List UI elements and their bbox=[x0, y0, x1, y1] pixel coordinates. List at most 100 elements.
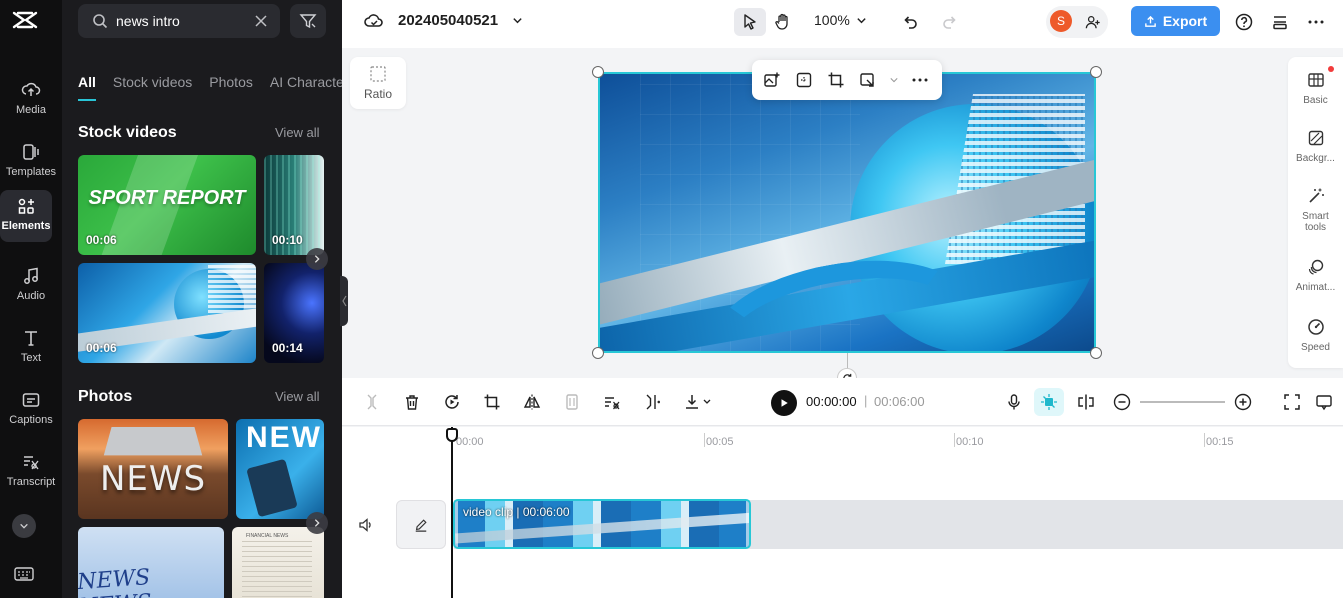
magnet-snap-button[interactable] bbox=[1034, 388, 1064, 416]
zoom-out-icon[interactable] bbox=[1112, 392, 1132, 412]
close-icon[interactable] bbox=[254, 14, 268, 28]
prop-smart-tools[interactable]: Smart tools bbox=[1288, 187, 1343, 233]
library-panel: All Stock videos Photos AI Characters St… bbox=[62, 0, 342, 598]
freeze-icon[interactable] bbox=[562, 392, 582, 412]
playhead[interactable] bbox=[451, 427, 453, 598]
search-icon bbox=[93, 14, 108, 29]
panel-collapse-handle[interactable] bbox=[340, 276, 348, 326]
rail-item-templates[interactable]: Templates bbox=[0, 136, 62, 192]
resize-handle-bottom-right[interactable] bbox=[1090, 347, 1102, 359]
ruler-label: 00:05 bbox=[706, 436, 734, 448]
more-button[interactable] bbox=[1300, 8, 1332, 36]
stock-video-thumb[interactable]: 00:06 bbox=[78, 263, 256, 363]
clip-trim-handle-right[interactable] bbox=[746, 501, 749, 547]
keyboard-icon[interactable] bbox=[14, 566, 34, 582]
tab-all[interactable]: All bbox=[78, 74, 96, 101]
rail-item-captions[interactable]: Captions bbox=[0, 384, 62, 440]
edit-cover-button[interactable] bbox=[396, 500, 446, 549]
elements-icon bbox=[18, 198, 34, 214]
split-view-icon[interactable] bbox=[1076, 392, 1096, 412]
crop-icon[interactable] bbox=[482, 392, 502, 412]
trim-icon[interactable] bbox=[642, 392, 662, 412]
undo-button[interactable] bbox=[894, 8, 926, 36]
rail-item-text[interactable]: Text bbox=[0, 322, 62, 378]
invite-user-button[interactable] bbox=[1078, 8, 1108, 36]
download-dropdown[interactable] bbox=[680, 392, 716, 412]
resize-handle-top-left[interactable] bbox=[592, 66, 604, 78]
fullscreen-icon[interactable] bbox=[1282, 392, 1302, 412]
rail-item-label: Transcript bbox=[6, 476, 56, 488]
prop-background[interactable]: Backgr... bbox=[1288, 129, 1343, 164]
project-title-group[interactable]: 202405040521 bbox=[364, 12, 523, 29]
resize-handle-bottom-left[interactable] bbox=[592, 347, 604, 359]
prop-animation[interactable]: Animat... bbox=[1288, 258, 1343, 293]
avatar[interactable]: S bbox=[1050, 10, 1072, 32]
remove-background-icon[interactable] bbox=[602, 392, 622, 412]
photo-thumb[interactable]: NEWS NEWS bbox=[78, 527, 224, 598]
fit-frame-icon[interactable] bbox=[794, 70, 814, 90]
tab-stock-videos[interactable]: Stock videos bbox=[113, 74, 192, 90]
hand-tool-button[interactable] bbox=[767, 8, 799, 36]
prop-speed[interactable]: Speed bbox=[1288, 318, 1343, 353]
search-input[interactable] bbox=[116, 13, 246, 29]
timeline[interactable]: 00:00 00:05 00:10 00:15 video clip | 00:… bbox=[342, 427, 1343, 598]
prop-label: Animat... bbox=[1295, 282, 1336, 293]
scroll-right-button[interactable] bbox=[306, 512, 328, 534]
undo-icon bbox=[904, 16, 917, 29]
resize-handle-top-right[interactable] bbox=[1090, 66, 1102, 78]
rail-item-audio[interactable]: Audio bbox=[0, 260, 62, 316]
rail-item-transcript[interactable]: Transcript bbox=[0, 446, 62, 502]
zoom-in-icon[interactable] bbox=[1233, 392, 1253, 412]
chevron-down-icon[interactable] bbox=[12, 514, 36, 538]
chevron-down-icon[interactable] bbox=[890, 70, 898, 90]
layout-button[interactable] bbox=[1264, 8, 1296, 36]
chevron-left-icon bbox=[342, 295, 347, 307]
scroll-right-button[interactable] bbox=[306, 248, 328, 270]
tab-ai-characters[interactable]: AI Characters bbox=[270, 74, 342, 90]
transform-icon[interactable] bbox=[858, 70, 878, 90]
zoom-dropdown[interactable]: 100% bbox=[814, 12, 867, 28]
export-button[interactable]: Export bbox=[1131, 6, 1220, 36]
prop-basic[interactable]: Basic bbox=[1288, 71, 1343, 106]
more-icon[interactable] bbox=[910, 70, 930, 90]
replay-icon[interactable] bbox=[442, 392, 462, 412]
export-label: Export bbox=[1162, 13, 1208, 29]
more-icon bbox=[1308, 20, 1324, 24]
video-clip[interactable]: video clip | 00:06:00 bbox=[453, 499, 751, 549]
section-title-photos: Photos bbox=[78, 388, 133, 405]
clip-name: video clip bbox=[463, 505, 514, 519]
rail-item-label: Text bbox=[20, 352, 42, 364]
stock-video-thumb[interactable]: SPORT REPORT 00:06 bbox=[78, 155, 256, 255]
flip-icon[interactable] bbox=[522, 392, 542, 412]
split-icon[interactable] bbox=[362, 392, 382, 412]
feedback-icon[interactable] bbox=[1314, 392, 1334, 412]
photo-thumb[interactable]: NEWS bbox=[78, 419, 228, 519]
rail-item-elements[interactable]: Elements bbox=[0, 190, 52, 242]
photo-thumb[interactable]: NEW bbox=[236, 419, 324, 519]
rail-item-media[interactable]: Media bbox=[0, 74, 62, 130]
play-button[interactable] bbox=[771, 390, 797, 416]
replace-image-icon[interactable] bbox=[762, 70, 782, 90]
filter-button[interactable] bbox=[290, 4, 326, 38]
tab-photos[interactable]: Photos bbox=[209, 74, 253, 90]
help-button[interactable] bbox=[1228, 8, 1260, 36]
timeline-zoom-slider[interactable] bbox=[1140, 401, 1225, 403]
crop-icon[interactable] bbox=[826, 70, 846, 90]
timeline-toolbar: 00:00:00 | 00:06:00 bbox=[342, 378, 1343, 426]
capcut-logo-icon[interactable] bbox=[12, 10, 38, 30]
redo-button[interactable] bbox=[934, 8, 966, 36]
video-preview[interactable] bbox=[598, 72, 1096, 353]
clip-trim-handle-left[interactable] bbox=[455, 501, 458, 547]
volume-icon[interactable] bbox=[358, 517, 374, 533]
ratio-button[interactable]: Ratio bbox=[350, 57, 406, 109]
view-all-stock-videos[interactable]: View all bbox=[275, 125, 320, 140]
select-tool-button[interactable] bbox=[734, 8, 766, 36]
photo-thumb[interactable]: FINANCIAL NEWS bbox=[232, 527, 324, 598]
stock-video-thumb[interactable]: 00:10 bbox=[264, 155, 324, 255]
playhead-handle[interactable] bbox=[446, 428, 458, 442]
microphone-icon[interactable] bbox=[1004, 392, 1024, 412]
search-box[interactable] bbox=[78, 4, 280, 38]
delete-icon[interactable] bbox=[402, 392, 422, 412]
stock-video-thumb[interactable]: 00:14 bbox=[264, 263, 324, 363]
view-all-photos[interactable]: View all bbox=[275, 389, 320, 404]
